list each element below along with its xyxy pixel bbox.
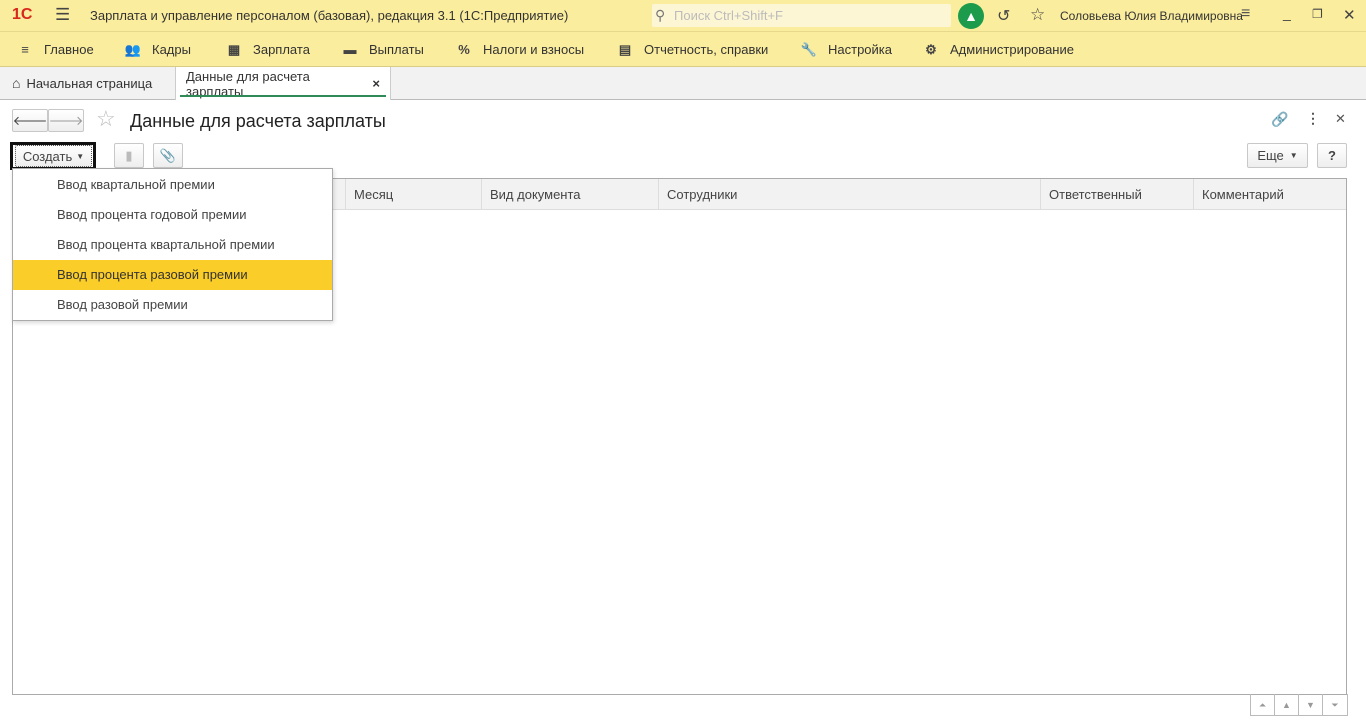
- restore-icon[interactable]: ❐: [1312, 7, 1323, 21]
- section-hr[interactable]: 👥 Кадры: [124, 32, 191, 67]
- forward-button[interactable]: 🡒: [48, 109, 84, 132]
- app-title: Зарплата и управление персоналом (базова…: [90, 8, 569, 23]
- bell-icon[interactable]: ▲: [958, 3, 984, 29]
- arrow-right-icon: 🡒: [48, 112, 84, 128]
- section-taxes[interactable]: % Налоги и взносы: [455, 32, 584, 67]
- page-title: Данные для расчета зарплаты: [130, 111, 386, 131]
- section-label: Кадры: [152, 42, 191, 57]
- section-salary[interactable]: ▦ Зарплата: [225, 32, 310, 67]
- active-tab-underline: [180, 95, 386, 97]
- 1c-logo: 1С: [12, 6, 33, 23]
- section-label: Зарплата: [253, 42, 310, 57]
- sections-panel: ≡ Главное 👥 Кадры ▦ Зарплата ▬ Выплаты % Нало…: [0, 32, 1366, 67]
- section-settings[interactable]: 🔧 Настройка: [800, 32, 892, 67]
- close-tab-icon[interactable]: ×: [372, 76, 380, 91]
- chevron-down-icon: ▼: [1289, 151, 1298, 160]
- reports-icon: ▤: [618, 41, 632, 57]
- wallet-icon: ▬: [343, 42, 357, 57]
- column-header-comment[interactable]: Комментарий: [1194, 179, 1346, 210]
- home-icon: ⌂: [12, 75, 21, 91]
- tab-label: Начальная страница: [26, 75, 153, 91]
- main-menu-icon[interactable]: ☰: [55, 5, 70, 25]
- menu-item-annual-bonus-percent[interactable]: Ввод процента годовой премии: [13, 200, 332, 230]
- section-label: Налоги и взносы: [483, 42, 585, 57]
- section-payments[interactable]: ▬ Выплаты: [341, 32, 424, 67]
- section-label: Администрирование: [950, 42, 1074, 57]
- scroll-up-icon[interactable]: ▲: [1275, 694, 1299, 716]
- people-icon: 👥: [124, 41, 142, 57]
- column-header-employees[interactable]: Сотрудники: [659, 179, 1041, 210]
- history-icon[interactable]: ↺: [997, 6, 1010, 26]
- scroll-last-icon[interactable]: ⏷: [1323, 694, 1347, 716]
- section-main[interactable]: ≡ Главное: [16, 32, 94, 67]
- tab-payroll-data[interactable]: Данные для расчета зарплаты ×: [175, 67, 391, 100]
- section-label: Настройка: [828, 42, 892, 57]
- create-label: Создать: [22, 148, 73, 164]
- section-label: Выплаты: [369, 42, 424, 57]
- section-label: Главное: [44, 42, 94, 57]
- tab-label: Данные для расчета зарплаты: [186, 68, 310, 99]
- column-header-responsible[interactable]: Ответственный: [1041, 179, 1194, 210]
- more-button[interactable]: Еще ▼: [1247, 143, 1308, 168]
- link-icon[interactable]: 🔗: [1271, 111, 1288, 128]
- search-input[interactable]: ⚲ Поиск Ctrl+Shift+F: [652, 4, 951, 27]
- column-header-month[interactable]: Месяц: [346, 179, 482, 210]
- menu-item-one-time-bonus[interactable]: Ввод разовой премии: [13, 290, 332, 320]
- favorite-star-icon[interactable]: ☆: [96, 106, 116, 132]
- percent-icon: %: [458, 42, 470, 57]
- attach-file-button[interactable]: 📎: [153, 143, 183, 168]
- section-reports[interactable]: ▤ Отчетность, справки: [616, 32, 768, 67]
- create-dropdown-menu: Ввод квартальной премии Ввод процента го…: [12, 168, 333, 321]
- arrow-left-icon: 🡐: [12, 112, 48, 128]
- search-icon: ⚲: [655, 7, 666, 23]
- menu-icon: ≡: [21, 42, 29, 57]
- minimize-icon[interactable]: _: [1283, 5, 1291, 21]
- search-placeholder: Поиск Ctrl+Shift+F: [674, 8, 783, 23]
- column-header-doc-type[interactable]: Вид документа: [482, 179, 659, 210]
- more-label: Еще: [1257, 148, 1284, 163]
- back-button[interactable]: 🡐: [12, 109, 48, 132]
- close-form-icon[interactable]: ✕: [1335, 111, 1346, 127]
- scroll-first-icon[interactable]: ⏶: [1251, 694, 1275, 716]
- open-tabs-bar: ⌂ Начальная страница Данные для расчета з…: [0, 67, 1366, 100]
- calculator-icon: ▦: [227, 41, 241, 57]
- document-add-icon: ▮: [125, 147, 133, 163]
- gear-icon: ⚙: [925, 41, 937, 57]
- menu-item-one-time-bonus-percent[interactable]: Ввод процента разовой премии: [13, 260, 332, 290]
- create-button[interactable]: Создать ▼: [15, 145, 92, 167]
- title-bar: 1С ☰ Зарплата и управление персоналом (б…: [0, 0, 1366, 32]
- section-label: Отчетность, справки: [644, 42, 769, 57]
- more-actions-icon[interactable]: ⋮: [1306, 110, 1320, 127]
- menu-item-quarterly-bonus[interactable]: Ввод квартальной премии: [13, 170, 332, 200]
- close-window-icon[interactable]: ✕: [1343, 6, 1356, 24]
- favorites-star-icon[interactable]: ☆: [1030, 5, 1045, 25]
- menu-item-quarterly-bonus-percent[interactable]: Ввод процента квартальной премии: [13, 230, 332, 260]
- user-name[interactable]: Соловьева Юлия Владимировна: [1060, 9, 1243, 23]
- table-navigation: ⏶ ▲ ▼ ⏷: [1250, 694, 1348, 716]
- create-based-on-button[interactable]: ▮: [114, 143, 144, 168]
- tab-home[interactable]: ⌂ Начальная страница: [2, 67, 175, 99]
- scroll-down-icon[interactable]: ▼: [1299, 694, 1323, 716]
- chevron-down-icon: ▼: [76, 151, 85, 161]
- section-admin[interactable]: ⚙ Администрирование: [922, 32, 1074, 67]
- paperclip-icon: 📎: [159, 147, 177, 163]
- settings-menu-icon[interactable]: ≡: [1241, 5, 1250, 23]
- help-button[interactable]: ?: [1317, 143, 1347, 168]
- wrench-icon: 🔧: [800, 41, 818, 57]
